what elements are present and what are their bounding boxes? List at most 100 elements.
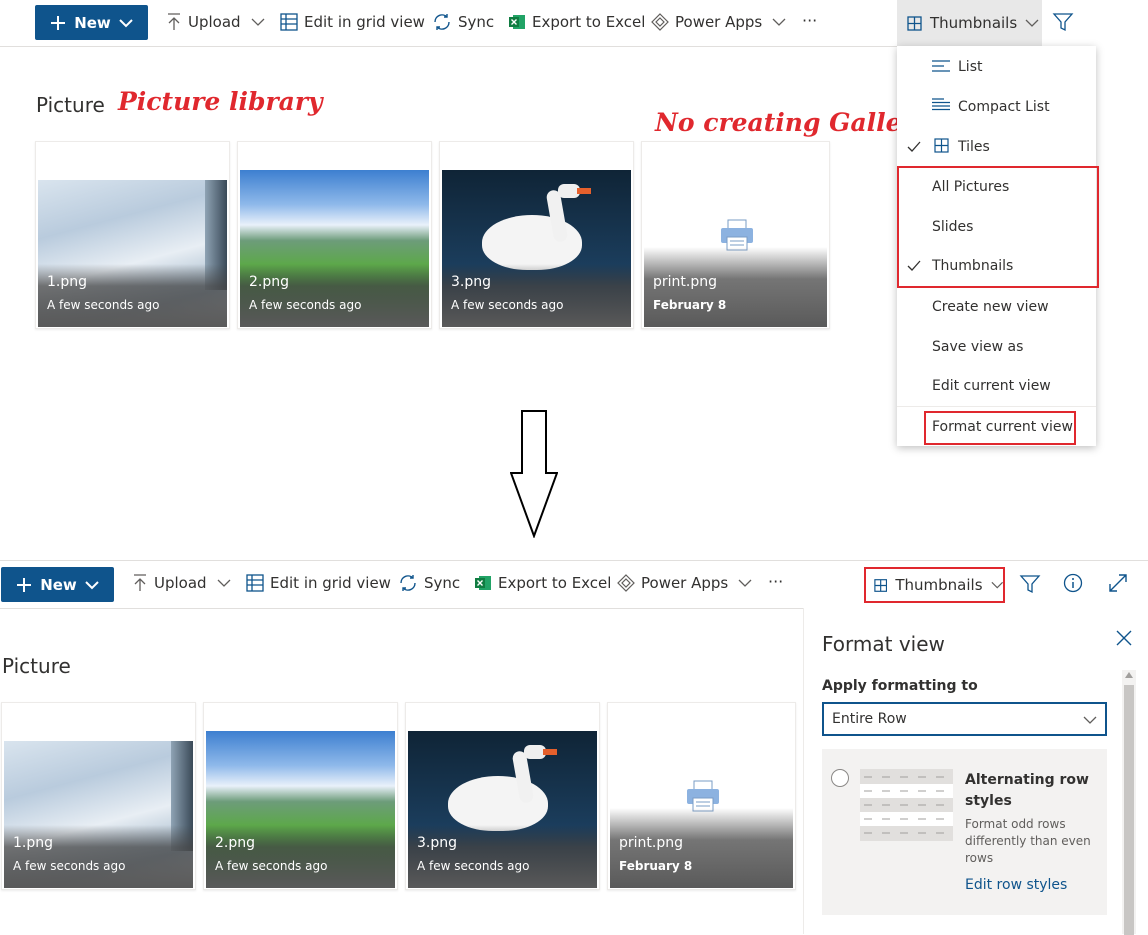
thumbnail-card-1[interactable]: 1.png A few seconds ago bbox=[1, 702, 196, 890]
menu-item-list[interactable]: List bbox=[897, 47, 1096, 87]
edit-grid-view-button[interactable]: Edit in grid view bbox=[246, 574, 391, 592]
alternating-row-option-card[interactable]: Alternating row styles Format odd rows d… bbox=[822, 749, 1107, 915]
expand-button[interactable] bbox=[1108, 573, 1128, 597]
grid-icon bbox=[280, 13, 298, 31]
scrollbar-up-arrow[interactable] bbox=[1125, 672, 1133, 678]
chevron-down-icon bbox=[251, 18, 265, 26]
command-bar-divider bbox=[0, 46, 897, 47]
option-radio[interactable] bbox=[831, 769, 849, 787]
highlight-format-current-view bbox=[924, 411, 1076, 445]
down-arrow-icon bbox=[509, 410, 559, 542]
tiles-icon bbox=[934, 138, 949, 153]
info-icon bbox=[1063, 573, 1083, 593]
menu-item-label: Compact List bbox=[958, 99, 1050, 115]
upload-button[interactable]: Upload bbox=[166, 13, 265, 31]
view-switcher-button[interactable]: Thumbnails bbox=[897, 0, 1042, 46]
edit-row-styles-link[interactable]: Edit row styles bbox=[965, 877, 1067, 893]
power-apps-icon bbox=[651, 13, 669, 31]
close-button[interactable] bbox=[1116, 630, 1132, 650]
grid-icon bbox=[874, 578, 888, 592]
sync-icon bbox=[400, 575, 416, 591]
edit-grid-view-label: Edit in grid view bbox=[304, 13, 425, 31]
new-button[interactable]: New bbox=[35, 5, 148, 40]
apply-formatting-dropdown[interactable]: Entire Row bbox=[822, 702, 1107, 736]
menu-item-save-view-as[interactable]: Save view as bbox=[897, 327, 1096, 367]
upload-label: Upload bbox=[154, 574, 207, 592]
menu-item-create-new-view[interactable]: Create new view bbox=[897, 287, 1096, 327]
panel-title: Format view bbox=[822, 632, 945, 656]
option-description: Format odd rows differently than even ro… bbox=[965, 817, 1091, 865]
plus-icon bbox=[51, 15, 66, 30]
power-apps-button[interactable]: Power Apps bbox=[617, 574, 752, 592]
power-apps-label: Power Apps bbox=[675, 13, 763, 31]
chevron-down-icon bbox=[1025, 19, 1039, 27]
panel-scrollbar[interactable] bbox=[1122, 670, 1136, 935]
row-style-preview-icon bbox=[860, 769, 953, 841]
chevron-down-icon bbox=[738, 579, 752, 587]
excel-icon bbox=[509, 15, 525, 29]
thumbnail-card-4[interactable]: print.png February 8 bbox=[641, 141, 830, 329]
list-icon bbox=[932, 60, 950, 72]
apply-formatting-label: Apply formatting to bbox=[822, 678, 978, 694]
card-modified: A few seconds ago bbox=[13, 859, 126, 873]
thumbnail-card-4[interactable]: print.png February 8 bbox=[607, 702, 796, 890]
card-filename: 2.png bbox=[249, 274, 290, 290]
upload-label: Upload bbox=[188, 13, 241, 31]
export-excel-button[interactable]: Export to Excel bbox=[474, 574, 611, 592]
menu-item-edit-current-view[interactable]: Edit current view bbox=[897, 366, 1096, 406]
card-filename: 1.png bbox=[13, 835, 54, 851]
edit-grid-view-button[interactable]: Edit in grid view bbox=[280, 13, 425, 31]
export-excel-button[interactable]: Export to Excel bbox=[508, 13, 645, 31]
grid-icon bbox=[246, 574, 264, 592]
more-icon: ··· bbox=[802, 11, 818, 30]
checkmark-icon bbox=[907, 141, 921, 152]
more-button[interactable]: ··· bbox=[802, 11, 817, 30]
power-apps-label: Power Apps bbox=[641, 574, 729, 592]
upload-icon bbox=[168, 13, 180, 30]
thumbnail-card-1[interactable]: 1.png A few seconds ago bbox=[35, 141, 230, 329]
thumbnail-card-3[interactable]: 3.png A few seconds ago bbox=[405, 702, 600, 890]
sync-label: Sync bbox=[424, 574, 461, 592]
view-switcher-label: Thumbnails bbox=[930, 14, 1018, 32]
power-apps-button[interactable]: Power Apps bbox=[651, 13, 786, 31]
close-icon bbox=[1116, 630, 1132, 646]
card-modified: A few seconds ago bbox=[451, 298, 564, 312]
card-filename: print.png bbox=[653, 274, 717, 290]
thumbnail-card-2[interactable]: 2.png A few seconds ago bbox=[237, 141, 432, 329]
upload-button[interactable]: Upload bbox=[132, 574, 231, 592]
sync-button[interactable]: Sync bbox=[432, 13, 494, 31]
view-switcher-label: Thumbnails bbox=[895, 576, 983, 594]
chevron-down-icon bbox=[991, 581, 1003, 589]
chevron-down-icon bbox=[85, 580, 99, 589]
thumbnail-card-2[interactable]: 2.png A few seconds ago bbox=[203, 702, 398, 890]
scrollbar-thumb[interactable] bbox=[1124, 685, 1134, 935]
chevron-down-icon bbox=[217, 579, 231, 587]
new-button-label: New bbox=[74, 13, 111, 32]
power-apps-icon bbox=[617, 574, 635, 592]
chevron-down-icon bbox=[119, 18, 133, 27]
menu-item-compact-list[interactable]: Compact List bbox=[897, 87, 1096, 127]
menu-item-label: Tiles bbox=[958, 139, 990, 155]
new-button[interactable]: New bbox=[1, 567, 114, 602]
grid-icon bbox=[907, 15, 922, 31]
filter-icon bbox=[1052, 13, 1074, 32]
info-button[interactable] bbox=[1063, 573, 1083, 597]
thumbnail-card-3[interactable]: 3.png A few seconds ago bbox=[439, 141, 634, 329]
edit-grid-view-label: Edit in grid view bbox=[270, 574, 391, 592]
export-excel-label: Export to Excel bbox=[498, 574, 612, 592]
view-switcher-button[interactable]: Thumbnails bbox=[864, 567, 1005, 603]
compact-list-icon bbox=[932, 98, 950, 111]
card-modified: A few seconds ago bbox=[417, 859, 530, 873]
chevron-down-icon bbox=[772, 18, 786, 26]
card-filename: 3.png bbox=[417, 835, 458, 851]
card-modified: A few seconds ago bbox=[215, 859, 328, 873]
filter-button[interactable] bbox=[1019, 573, 1041, 599]
card-modified: A few seconds ago bbox=[47, 298, 160, 312]
menu-item-tiles[interactable]: Tiles bbox=[897, 127, 1096, 167]
top-command-bar: New Upload Edit in grid view Sync Export… bbox=[0, 0, 1148, 46]
filter-button[interactable] bbox=[1052, 11, 1074, 37]
sync-button[interactable]: Sync bbox=[398, 574, 460, 592]
card-modified: A few seconds ago bbox=[249, 298, 362, 312]
sync-label: Sync bbox=[458, 13, 495, 31]
more-button[interactable]: ··· bbox=[768, 572, 783, 591]
